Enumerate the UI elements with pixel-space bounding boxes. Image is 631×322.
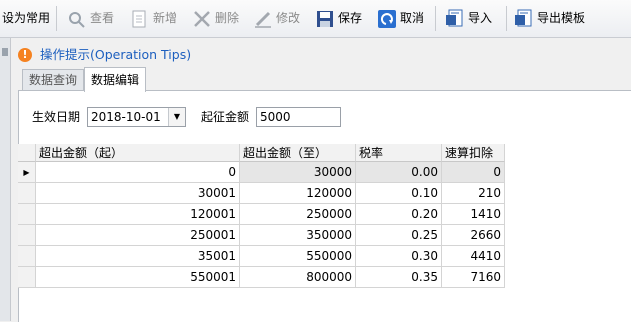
export-template-label: 导出模板 bbox=[537, 11, 586, 25]
delete-button[interactable]: 删除 bbox=[192, 6, 239, 31]
set-common-label: 设为常用 bbox=[2, 11, 51, 25]
table-cell[interactable]: 0.25 bbox=[356, 225, 442, 246]
threshold-label: 起征金额 bbox=[201, 110, 250, 124]
row-indicator bbox=[18, 204, 36, 225]
table-row[interactable]: 35001 550000 0.30 4410 bbox=[18, 246, 505, 267]
table-row[interactable]: 250001 350000 0.25 2660 bbox=[18, 225, 505, 246]
table-row[interactable]: 30001 120000 0.10 210 bbox=[18, 183, 505, 204]
tab-data-query[interactable]: 数据查询 bbox=[22, 69, 85, 91]
table-cell[interactable]: 210 bbox=[442, 183, 505, 204]
row-indicator bbox=[18, 267, 36, 288]
toolbar-separator bbox=[56, 6, 57, 31]
row-indicator bbox=[18, 225, 36, 246]
add-label: 新增 bbox=[153, 11, 178, 25]
table-cell[interactable]: 0.10 bbox=[356, 183, 442, 204]
table-cell[interactable]: 350000 bbox=[240, 225, 356, 246]
row-indicator-header bbox=[18, 144, 36, 162]
table-cell[interactable]: 550001 bbox=[36, 267, 240, 288]
delete-label: 删除 bbox=[215, 11, 240, 25]
save-label: 保存 bbox=[338, 11, 363, 25]
save-icon bbox=[315, 9, 335, 29]
table-cell[interactable]: 1410 bbox=[442, 204, 505, 225]
export-template-button[interactable]: 导出模板 bbox=[514, 6, 585, 31]
table-cell[interactable]: 120000 bbox=[240, 183, 356, 204]
column-header[interactable]: 速算扣除数 bbox=[442, 144, 505, 178]
tab-label: 数据编辑 bbox=[91, 73, 140, 87]
undo-icon bbox=[377, 9, 397, 29]
export-icon bbox=[514, 9, 534, 29]
table-cell[interactable]: 0.20 bbox=[356, 204, 442, 225]
cancel-label: 取消 bbox=[400, 11, 425, 25]
current-row-indicator-icon: ▶ bbox=[18, 162, 36, 183]
tax-rate-grid: 超出金额（起） 超出金额（至） 税率 速算扣除数 ▶ 0 30000 0.00 … bbox=[18, 144, 631, 321]
table-cell[interactable]: 550000 bbox=[240, 246, 356, 267]
import-button[interactable]: 导入 bbox=[445, 6, 492, 31]
table-cell[interactable]: 35001 bbox=[36, 246, 240, 267]
row-indicator bbox=[18, 246, 36, 267]
table-row[interactable]: 120001 250000 0.20 1410 bbox=[18, 204, 505, 225]
edit-button[interactable]: 修改 bbox=[253, 6, 300, 31]
table-cell[interactable]: 30000 bbox=[240, 162, 356, 183]
table-cell[interactable]: 800000 bbox=[240, 267, 356, 288]
edit-label: 修改 bbox=[276, 11, 301, 25]
view-icon bbox=[67, 9, 87, 29]
table-row[interactable]: ▶ 0 30000 0.00 0 bbox=[18, 162, 505, 183]
column-header[interactable]: 超出金额（至） bbox=[240, 144, 356, 162]
cancel-button[interactable]: 取消 bbox=[377, 6, 424, 31]
tab-data-edit[interactable]: 数据编辑 bbox=[84, 67, 147, 92]
view-label: 查看 bbox=[90, 11, 115, 25]
table-cell[interactable]: 0.35 bbox=[356, 267, 442, 288]
left-panel-strip bbox=[0, 38, 11, 321]
effective-date-label: 生效日期 bbox=[32, 110, 81, 124]
table-cell[interactable]: 2660 bbox=[442, 225, 505, 246]
table-cell[interactable]: 250000 bbox=[240, 204, 356, 225]
table-row[interactable]: 550001 800000 0.35 7160 bbox=[18, 267, 505, 288]
splitter-handle[interactable] bbox=[2, 48, 8, 56]
toolbar-separator bbox=[506, 6, 507, 31]
add-icon bbox=[130, 9, 150, 29]
table-cell[interactable]: 0 bbox=[36, 162, 240, 183]
operation-tips-text[interactable]: 操作提示(Operation Tips) bbox=[40, 45, 191, 65]
toolbar: 设为常用 查看 新增 删除 修改 保存 取消 导入 导出模板 bbox=[0, 0, 631, 38]
import-icon bbox=[445, 9, 465, 29]
delete-icon bbox=[192, 9, 212, 29]
set-common-button[interactable]: 设为常用 bbox=[2, 6, 50, 31]
import-label: 导入 bbox=[468, 11, 493, 25]
table-cell[interactable]: 120001 bbox=[36, 204, 240, 225]
add-button[interactable]: 新增 bbox=[130, 6, 177, 31]
table-cell[interactable]: 7160 bbox=[442, 267, 505, 288]
view-button[interactable]: 查看 bbox=[67, 6, 114, 31]
threshold-input[interactable]: 5000 bbox=[256, 107, 341, 127]
effective-date-value: 2018-10-01 bbox=[91, 110, 161, 124]
table-cell[interactable]: 0 bbox=[442, 162, 505, 183]
table-cell[interactable]: 0.00 bbox=[356, 162, 442, 183]
column-header[interactable]: 税率 bbox=[356, 144, 442, 162]
table-cell[interactable]: 250001 bbox=[36, 225, 240, 246]
operation-tips: ! 操作提示(Operation Tips) bbox=[18, 45, 191, 65]
tab-label: 数据查询 bbox=[29, 73, 78, 87]
table-cell[interactable]: 30001 bbox=[36, 183, 240, 204]
save-button[interactable]: 保存 bbox=[315, 6, 362, 31]
table-cell[interactable]: 0.30 bbox=[356, 246, 442, 267]
column-header[interactable]: 超出金额（起） bbox=[36, 144, 240, 162]
effective-date-picker[interactable]: 2018-10-01 ▼ bbox=[87, 107, 186, 127]
toolbar-separator bbox=[435, 6, 436, 31]
edit-icon bbox=[253, 9, 273, 29]
chevron-down-icon[interactable]: ▼ bbox=[168, 108, 185, 126]
table-cell[interactable]: 4410 bbox=[442, 246, 505, 267]
row-indicator bbox=[18, 183, 36, 204]
warning-icon: ! bbox=[18, 48, 32, 62]
